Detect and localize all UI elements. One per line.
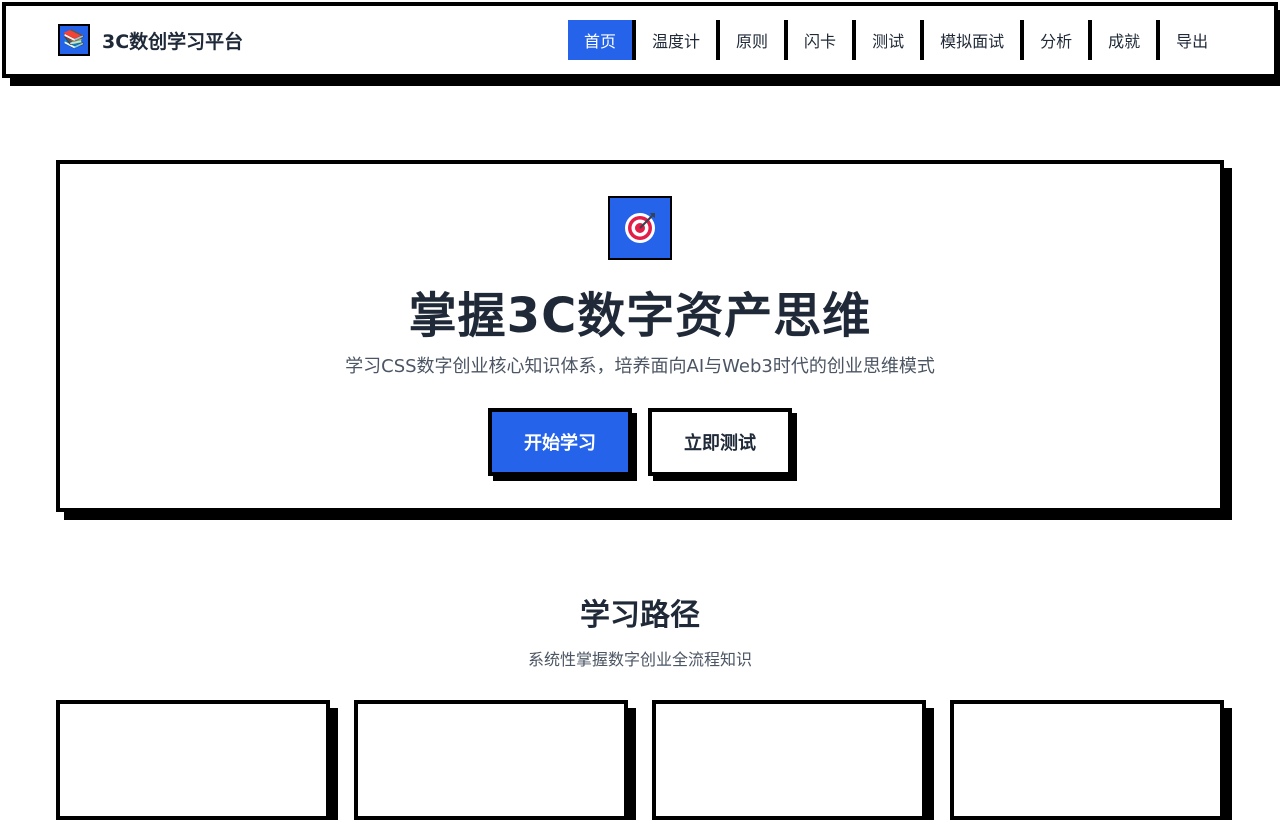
learning-path-cards — [56, 700, 1224, 820]
start-learning-button[interactable]: 开始学习 — [488, 408, 632, 476]
books-icon-glyph: 📚 — [62, 29, 86, 50]
books-icon: 📚 — [58, 24, 90, 56]
nav-item-achievements[interactable]: 成就 — [1092, 20, 1161, 60]
nav-item-export[interactable]: 导出 — [1160, 20, 1224, 60]
target-icon-graphic — [625, 213, 655, 243]
path-card[interactable] — [56, 700, 330, 820]
nav-item-home[interactable]: 首页 — [568, 20, 637, 60]
brand-title: 3C数创学习平台 — [102, 30, 244, 53]
hero-actions: 开始学习 立即测试 — [488, 408, 792, 476]
nav-item-quiz[interactable]: 测试 — [856, 20, 925, 60]
path-card[interactable] — [950, 700, 1224, 820]
hero-title: 掌握3C数字资产思维 — [408, 288, 872, 344]
brand[interactable]: 📚 3C数创学习平台 — [58, 24, 243, 56]
take-test-button[interactable]: 立即测试 — [648, 408, 792, 476]
nav-item-analysis[interactable]: 分析 — [1024, 20, 1093, 60]
nav-item-principles[interactable]: 原则 — [720, 20, 789, 60]
top-navbar: 📚 3C数创学习平台 首页 温度计 原则 闪卡 测试 模拟面试 分析 成就 导出 — [2, 2, 1278, 78]
learning-path-title: 学习路径 — [580, 598, 700, 633]
target-icon — [608, 196, 672, 260]
path-card[interactable] — [354, 700, 628, 820]
main-nav: 首页 温度计 原则 闪卡 测试 模拟面试 分析 成就 导出 — [568, 20, 1224, 60]
nav-item-flashcards[interactable]: 闪卡 — [788, 20, 857, 60]
nav-item-mock-interview[interactable]: 模拟面试 — [924, 20, 1025, 60]
hero-card: 掌握3C数字资产思维 学习CSS数字创业核心知识体系，培养面向AI与Web3时代… — [56, 160, 1224, 512]
nav-item-thermometer[interactable]: 温度计 — [636, 20, 721, 60]
path-card[interactable] — [652, 700, 926, 820]
hero-subtitle: 学习CSS数字创业核心知识体系，培养面向AI与Web3时代的创业思维模式 — [345, 356, 935, 377]
learning-path-subtitle: 系统性掌握数字创业全流程知识 — [527, 650, 752, 669]
